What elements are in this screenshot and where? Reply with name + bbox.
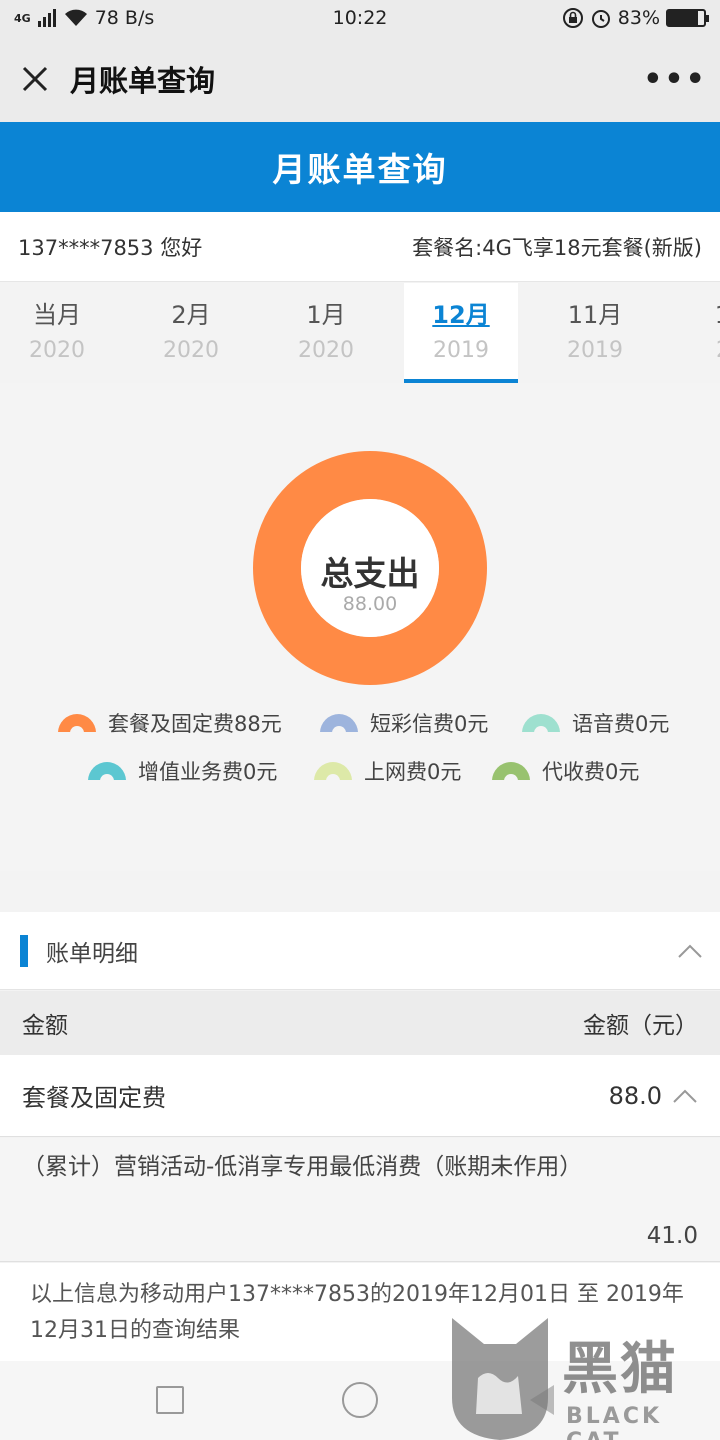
legend-label: 增值业务费0元 [138,760,278,784]
tab-year-label: 2020 [298,338,354,363]
legend-label: 短彩信费0元 [370,712,489,736]
tab-year-label: 2019 [433,338,489,363]
tab-month[interactable]: 2月 2020 [134,283,248,383]
bill-detail-title: 账单明细 [46,940,138,967]
legend-label: 代收费0元 [542,760,640,784]
column-header-left: 金额 [22,1013,68,1039]
legend-label: 语音费0元 [572,712,670,736]
chart-legend: 套餐及固定费88元 短彩信费0元 语音费0元 增值业务费0元 上网费0元 代收费… [0,383,720,871]
battery-icon [666,9,709,27]
tab-month[interactable]: 1月 2020 [269,283,383,383]
status-time: 10:22 [332,7,388,29]
recent-apps-button[interactable] [156,1386,184,1414]
legend-label: 上网费0元 [364,760,462,784]
tab-month-label: 2月 [171,301,211,329]
wifi-icon [64,9,87,26]
tab-month[interactable]: 11月 2019 [538,283,652,383]
page-banner: 月账单查询 [0,122,720,212]
tab-year-label: 2020 [29,338,85,363]
table-subrow: （累计）营销活动-低消享专用最低消费（账期未作用） 41.0 [0,1138,720,1262]
legend-item: 语音费0元 [522,708,669,738]
legend-item: 上网费0元 [314,756,461,786]
tab-year-label: 20 [673,331,720,371]
fan-icon [88,762,126,780]
tab-year-label: 2019 [567,338,623,363]
fan-icon [320,714,358,732]
fan-icon [314,762,352,780]
user-greeting: 137****7853 您好 [18,235,203,260]
legend-label: 套餐及固定费88元 [108,712,282,736]
banner-title: 月账单查询 [272,150,448,189]
battery-fill [668,11,698,25]
lock-rotation-icon [562,8,583,28]
fan-icon [58,714,96,732]
table-row[interactable]: 套餐及固定费 88.0 [0,1055,720,1137]
close-icon [22,66,48,92]
legend-item: 套餐及固定费88元 [58,708,282,738]
expense-chart-section: 总支出 88.00 套餐及固定费88元 短彩信费0元 语音费0元 增值业务费0元… [0,383,720,871]
close-button[interactable] [0,36,70,122]
watermark-en-text: BLACK CAT [566,1404,663,1440]
alarm-icon [591,10,610,28]
status-left: 4G 78 B/s [14,7,254,29]
tab-month-label: 当月 [33,301,81,329]
bill-detail-header[interactable]: 账单明细 [0,912,720,990]
app-bar: 月账单查询 ••• [0,36,720,122]
column-header-right: 金额（元） [583,1013,698,1039]
tab-month-active[interactable]: 12月 2019 [404,283,518,383]
black-cat-watermark: 黑猫 BLACK CAT [448,1318,720,1440]
cat-logo-icon [452,1318,548,1440]
app-title: 月账单查询 [70,64,216,98]
network-label: 4G [14,11,31,25]
month-tabs: 当月 2020 2月 2020 1月 2020 12月 2019 11月 201… [0,283,720,383]
signal-icon [37,9,56,27]
status-right: 83% [466,7,709,29]
row-amount-group: 88.0 [609,1082,698,1110]
tab-month-label: 11月 [567,301,623,329]
watermark-cn-text: 黑猫 [562,1337,678,1402]
more-options-button[interactable]: ••• [630,36,720,122]
legend-item: 代收费0元 [492,756,639,786]
legend-item: 短彩信费0元 [320,708,488,738]
plan-name: 套餐名:4G飞享18元套餐(新版) [412,235,702,260]
status-bar: 4G 78 B/s 10:22 83% [0,0,720,36]
tab-month[interactable]: 当月 2020 [0,283,114,383]
row-amount: 88.0 [608,1081,662,1110]
fan-icon [492,762,530,780]
chevron-up-icon[interactable] [660,936,720,966]
section-accent-bar [20,934,28,967]
tab-month[interactable]: 10 20 [673,283,720,383]
chevron-up-icon[interactable] [672,1088,698,1104]
row-label: 套餐及固定费 [22,1084,166,1112]
network-speed: 78 B/s [94,7,155,29]
user-info: 137****7853 您好 套餐名:4G飞享18元套餐(新版) [0,212,720,282]
subrow-label: （累计）营销活动-低消享专用最低消费（账期未作用） [22,1154,583,1180]
tab-month-label: 10 [673,299,720,331]
tab-month-label: 1月 [306,301,346,329]
more-icon: ••• [643,61,707,97]
tab-month-label: 12月 [432,301,490,329]
battery-percent: 83% [617,7,660,29]
fan-icon [522,714,560,732]
tab-year-label: 2020 [163,338,219,363]
legend-item: 增值业务费0元 [88,756,277,786]
table-header: 金额 金额（元） [0,991,720,1055]
home-button[interactable] [342,1382,378,1418]
subrow-amount: 41.0 [646,1223,698,1249]
